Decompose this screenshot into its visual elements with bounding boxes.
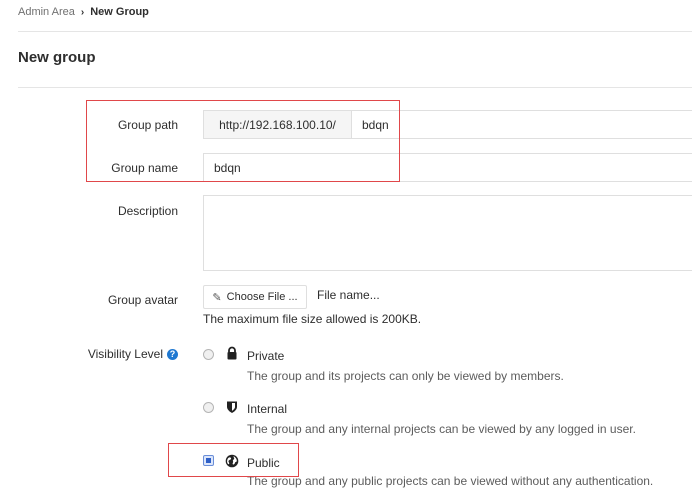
- divider: [18, 31, 692, 32]
- avatar-help-text: The maximum file size allowed is 200KB.: [203, 312, 422, 326]
- group-path-input[interactable]: bdqn: [351, 110, 692, 139]
- divider: [18, 87, 692, 88]
- visibility-internal-title[interactable]: Internal: [247, 402, 287, 416]
- annotation-highlight: [168, 443, 299, 477]
- lock-icon: [227, 346, 237, 360]
- visibility-internal-description: The group and any internal projects can …: [247, 422, 636, 436]
- visibility-public-description: The group and any public projects can be…: [247, 474, 654, 488]
- breadcrumb-admin-area[interactable]: Admin Area: [18, 6, 75, 18]
- description-label: Description: [117, 204, 178, 218]
- file-name: File name...: [317, 288, 380, 302]
- chevron-right-icon: ›: [80, 6, 85, 18]
- breadcrumb-current[interactable]: New Group: [90, 6, 149, 18]
- choose-file-button[interactable]: ✎ Choose File ...: [203, 285, 307, 309]
- visibility-private-description: The group and its projects can only be v…: [247, 369, 564, 383]
- visibility-private-title[interactable]: Private: [247, 349, 284, 363]
- paperclip-icon: ✎: [212, 291, 222, 304]
- group-avatar-label: Group avatar: [107, 293, 178, 307]
- visibility-level-text: Visibility Level: [87, 347, 163, 361]
- visibility-level-label: Visibility Level ?: [18, 347, 178, 361]
- question-circle-icon[interactable]: ?: [167, 348, 178, 360]
- breadcrumb: Admin Area › New Group: [18, 6, 149, 18]
- page-title: New group: [18, 49, 96, 66]
- annotation-highlight: [86, 100, 400, 182]
- visibility-internal-radio[interactable]: [203, 402, 214, 413]
- visibility-private-radio[interactable]: [203, 349, 214, 360]
- shield-icon: [227, 401, 237, 413]
- choose-file-label: Choose File ...: [226, 291, 298, 303]
- description-textarea[interactable]: [203, 195, 692, 271]
